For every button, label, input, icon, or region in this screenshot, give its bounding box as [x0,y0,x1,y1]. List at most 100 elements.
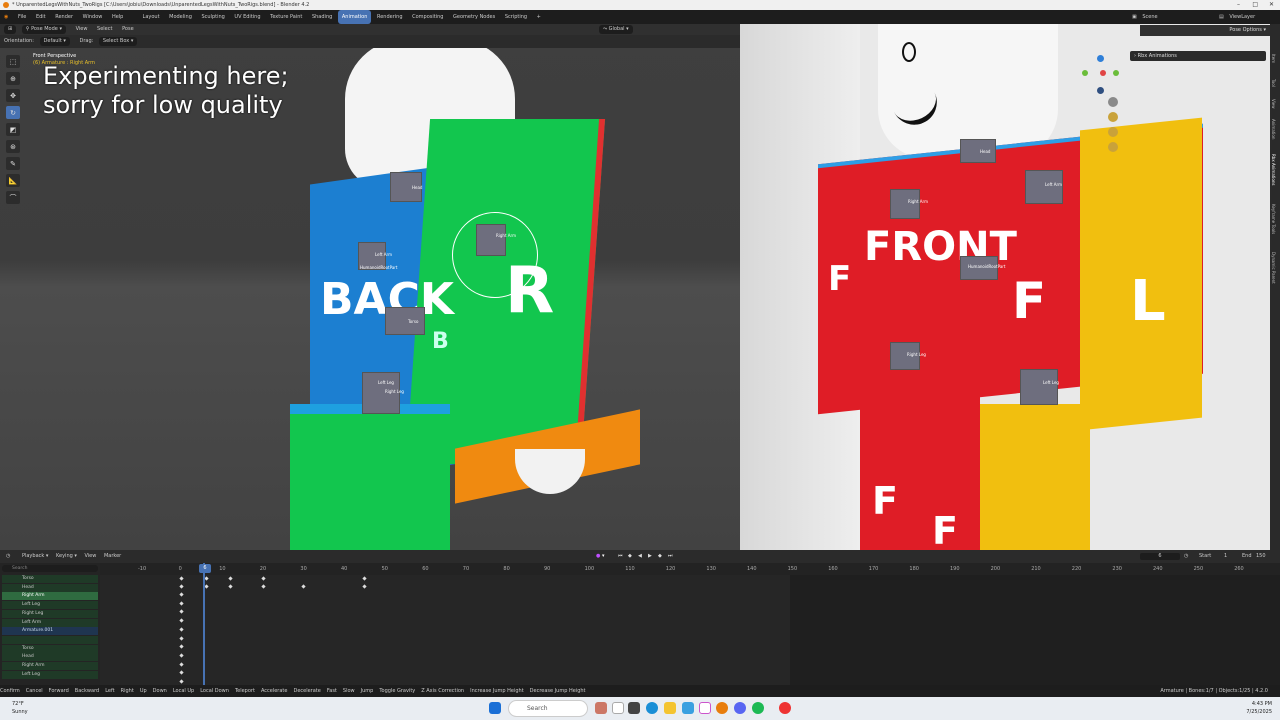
channel-row[interactable] [2,635,98,644]
tab-sculpting[interactable]: Sculpting [197,10,228,24]
start-field[interactable]: 1 [1224,550,1227,563]
pan-icon[interactable] [1108,112,1118,122]
play-icon[interactable]: ▶ [648,550,652,563]
viewlayer-selector[interactable]: ▤ ViewLayer [1215,10,1263,24]
taskbar-clock[interactable]: 4:43 PM 7/25/2025 [1246,700,1272,716]
tab-rendering[interactable]: Rendering [373,10,407,24]
play-reverse-icon[interactable]: ◀ [638,550,642,563]
tab-modeling[interactable]: Modeling [165,10,196,24]
prev-key-icon[interactable]: ◆ [628,550,632,563]
gizmo-x-icon[interactable] [1100,70,1106,76]
spotify-icon[interactable] [752,702,764,714]
current-frame-field[interactable]: 6 [1140,553,1180,560]
timeline-ruler[interactable]: -10 0 10 20 30 40 50 60 70 80 90 100 110 120 130 140 150… [100,563,1280,575]
app-icon[interactable] [628,702,640,714]
channel-row[interactable]: Armature.001 [2,627,98,636]
minimize-icon[interactable]: – [1237,0,1240,10]
select-tool-icon[interactable]: ⬚ [6,55,20,68]
jump-start-icon[interactable]: ⏮ [618,550,623,563]
task-view-icon[interactable] [612,702,624,714]
channel-row[interactable]: Torso [2,644,98,653]
gizmo-z-icon[interactable] [1097,55,1104,62]
playhead[interactable] [203,563,205,685]
channel-row[interactable]: Left Leg [2,601,98,610]
cursor-tool-icon[interactable]: ⊕ [6,72,20,85]
close-icon[interactable]: ✕ [1269,0,1274,10]
channel-search-input[interactable]: Search [2,565,98,572]
gizmo-y-neg-icon[interactable] [1113,70,1119,76]
menu-edit[interactable]: Edit [32,10,50,24]
rotate-tool-icon[interactable]: ↻ [6,106,20,119]
blender-taskbar-icon[interactable] [716,702,728,714]
tab-texture-paint[interactable]: Texture Paint [266,10,306,24]
dopesheet-area[interactable] [100,575,1280,685]
gizmo-z-neg-icon[interactable] [1097,87,1104,94]
menu-help[interactable]: Help [108,10,127,24]
npanel-header[interactable]: › Rbx Animations [1130,51,1266,61]
scene-selector[interactable]: ▣ Scene [1128,10,1166,24]
bone-torso[interactable] [385,307,425,335]
side-tab-rbx-animations[interactable]: Rbx Animations [1271,154,1276,185]
pose-tool-icon[interactable]: ⌒ [6,191,20,204]
transform-tool-icon[interactable]: ⊛ [6,140,20,153]
tab-uv-editing[interactable]: UV Editing [230,10,264,24]
camera-icon[interactable] [1108,127,1118,137]
marker-menu[interactable]: Marker [104,553,121,559]
menu-render[interactable]: Render [51,10,77,24]
blender-menu-icon[interactable]: ◉ [0,10,12,24]
move-tool-icon[interactable]: ✥ [6,89,20,102]
mode-dropdown[interactable]: ⚲ Pose Mode ▾ [21,25,66,34]
channel-row[interactable]: Head [2,583,98,592]
file-explorer-icon[interactable] [664,702,676,714]
channel-row[interactable]: Left Arm [2,618,98,627]
menu-file[interactable]: File [14,10,30,24]
tab-animation[interactable]: Animation [337,10,372,24]
tab-compositing[interactable]: Compositing [408,10,447,24]
channel-row[interactable]: Torso [2,575,98,583]
editor-type-button[interactable]: ⊞ [4,25,17,34]
menu-window[interactable]: Window [79,10,107,24]
add-workspace-button[interactable]: + [533,10,545,24]
drag-dropdown[interactable]: Select Box ▾ [98,37,138,46]
transform-orientation-dropdown[interactable]: ⤳ Global ▾ [599,25,633,34]
channel-row[interactable]: Head [2,653,98,662]
playhead-frame[interactable]: 6 [199,564,211,573]
media-icon[interactable] [699,702,711,714]
maximize-icon[interactable]: □ [1252,0,1258,10]
tab-shading[interactable]: Shading [308,10,336,24]
channel-row[interactable]: Left Leg [2,670,98,679]
menu-select[interactable]: Select [97,26,112,32]
channel-row[interactable]: Right Leg [2,609,98,618]
annotate-tool-icon[interactable]: ✎ [6,157,20,170]
side-tab-animation[interactable]: Animation [1271,119,1276,139]
start-icon[interactable] [489,702,501,714]
tab-geometry-nodes[interactable]: Geometry Nodes [449,10,499,24]
scale-tool-icon[interactable]: ◩ [6,123,20,136]
store-icon[interactable] [682,702,694,714]
discord-icon[interactable] [734,702,746,714]
tab-scripting[interactable]: Scripting [501,10,531,24]
view-menu[interactable]: View [84,553,96,559]
pose-options-button[interactable]: Pose Options ▾ [1140,25,1270,36]
channel-row[interactable]: Right Arm [2,592,98,601]
zoom-icon[interactable] [1108,97,1118,107]
end-field[interactable]: 150 [1256,550,1266,563]
bone-left-arm[interactable] [1025,170,1063,204]
ortho-toggle-icon[interactable] [1108,142,1118,152]
menu-view[interactable]: View [76,26,88,32]
playback-menu[interactable]: Playback [22,553,44,559]
channel-row[interactable]: Right Arm [2,662,98,670]
keying-menu[interactable]: Keying [56,553,73,559]
bone-head[interactable] [960,139,996,163]
side-tab-tool[interactable]: Tool [1271,79,1276,87]
orientation-dropdown[interactable]: Default ▾ [39,37,70,46]
next-key-icon[interactable]: ◆ [658,550,662,563]
gizmo-y-icon[interactable] [1082,70,1088,76]
record-button[interactable]: ● ▾ [596,550,604,563]
side-tab-item[interactable]: Item [1271,54,1276,63]
side-tab-dynamic-parent[interactable]: Dynamic Parent [1271,252,1276,284]
menu-pose[interactable]: Pose [122,26,134,32]
weather-widget[interactable]: 72°F Sunny [12,700,28,716]
tab-layout[interactable]: Layout [139,10,164,24]
clock-icon[interactable]: ◷ [1184,550,1188,563]
